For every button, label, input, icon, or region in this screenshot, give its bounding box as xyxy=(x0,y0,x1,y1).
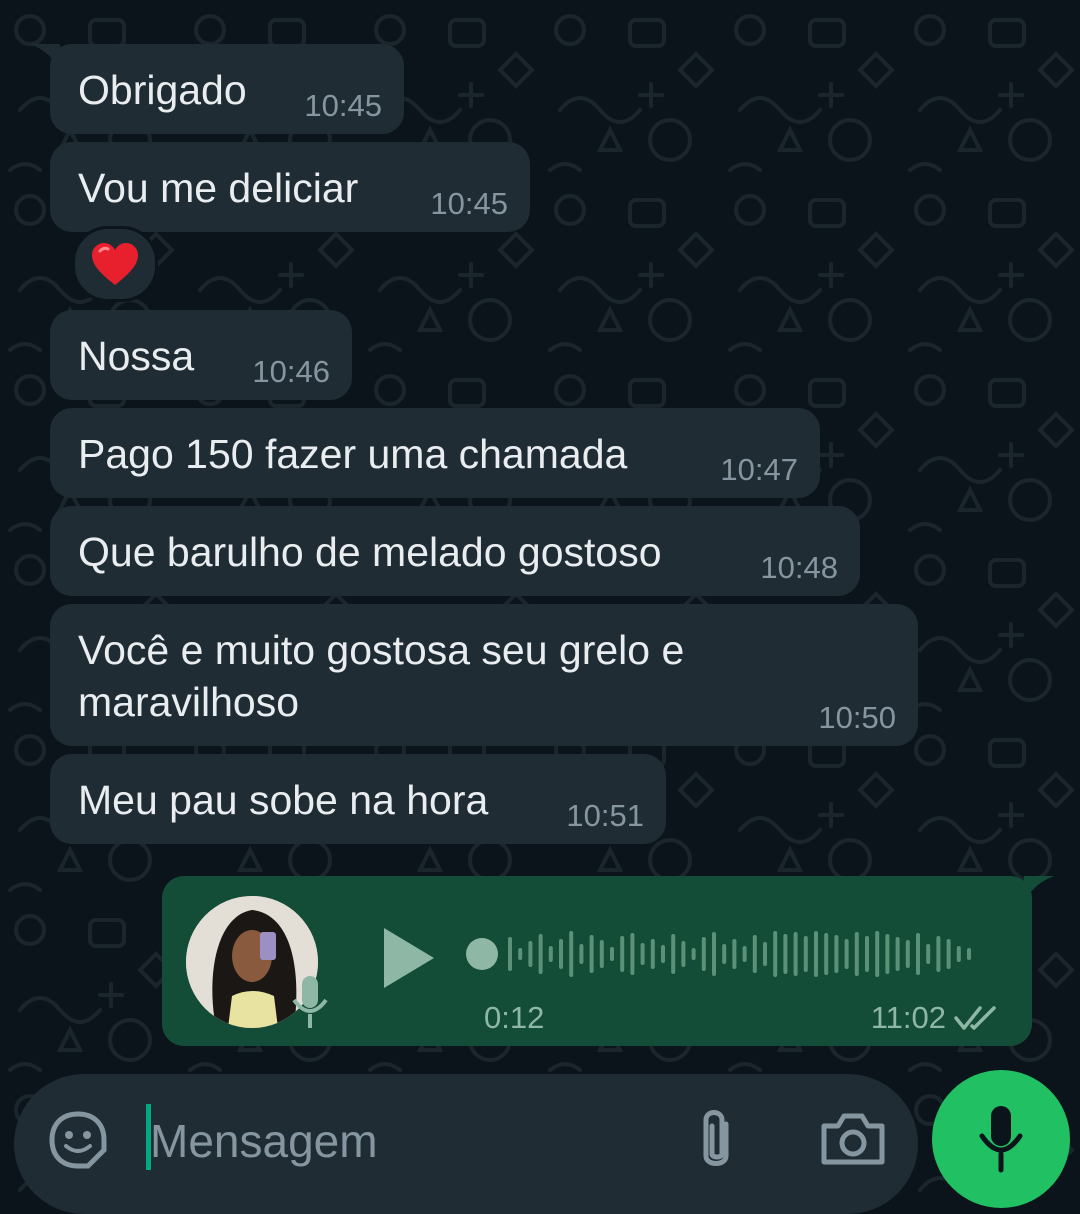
waveform-bar xyxy=(508,937,512,971)
waveform-bar xyxy=(803,936,808,972)
waveform-bar xyxy=(681,941,686,967)
waveform-bar xyxy=(824,933,829,975)
message-composer[interactable]: Mensagem xyxy=(14,1074,918,1214)
waveform-bar xyxy=(854,932,859,976)
waveform-bar xyxy=(967,948,971,960)
double-check-icon xyxy=(954,1006,996,1030)
voice-record-button[interactable] xyxy=(932,1070,1070,1208)
sticker-icon[interactable] xyxy=(48,1110,108,1170)
waveform-bar xyxy=(916,933,920,975)
playback-scrubber xyxy=(466,938,498,970)
waveform-bar xyxy=(732,939,737,969)
waveform-bar xyxy=(936,936,941,972)
waveform-bar xyxy=(671,934,676,974)
audio-waveform[interactable] xyxy=(462,924,1002,984)
waveform-bar xyxy=(865,936,869,972)
waveform-bar xyxy=(885,934,890,974)
waveform-bar xyxy=(599,940,604,968)
waveform-bar xyxy=(610,947,614,961)
message-text: Nossa xyxy=(78,333,195,379)
waveform-bar xyxy=(783,934,788,974)
reaction-badge[interactable] xyxy=(72,226,158,302)
message-time: 10:50 xyxy=(818,700,896,735)
message-text: Vou me deliciar xyxy=(78,165,359,211)
message-time: 10:51 xyxy=(566,798,644,833)
waveform-bar xyxy=(875,931,880,977)
mic-icon xyxy=(979,1106,1023,1173)
message-time: 10:46 xyxy=(252,354,330,389)
message-bubble[interactable]: Pago 150 fazer uma chamada 10:47 xyxy=(50,408,820,498)
waveform-bar xyxy=(661,945,665,963)
waveform-bar xyxy=(742,946,747,962)
voice-duration: 0:12 xyxy=(484,1000,545,1035)
message-bubble[interactable]: Você e muito gostosa seu grelo e maravil… xyxy=(50,604,918,746)
waveform-bar xyxy=(701,937,706,971)
waveform-bar xyxy=(834,935,839,973)
waveform-bar xyxy=(538,934,543,974)
waveform-bar xyxy=(946,939,951,969)
message-time: 10:48 xyxy=(760,550,838,585)
waveform-bar xyxy=(569,931,574,977)
mic-icon xyxy=(292,976,328,1028)
waveform-bar xyxy=(752,935,757,973)
message-bubble[interactable]: Vou me deliciar 10:45 xyxy=(50,142,530,232)
waveform-bar xyxy=(712,932,716,976)
waveform-bar xyxy=(895,937,900,971)
waveform-bar xyxy=(559,939,563,969)
waveform-bar xyxy=(650,939,655,969)
message-text: Que barulho de melado gostoso xyxy=(78,529,662,575)
waveform-bar xyxy=(620,936,625,972)
waveform-bar xyxy=(528,941,533,967)
waveform-bar xyxy=(956,946,961,962)
waveform-bar xyxy=(926,944,931,964)
message-input[interactable]: Mensagem xyxy=(150,1114,378,1168)
voice-time: 11:02 xyxy=(870,1000,946,1035)
waveform-bar xyxy=(844,939,849,969)
message-bubble[interactable]: Obrigado 10:45 xyxy=(50,44,404,134)
message-text-line2: maravilhoso xyxy=(78,679,300,725)
voice-message-bubble[interactable]: 0:12 11:02 xyxy=(162,876,1032,1046)
waveform-bar xyxy=(579,944,584,964)
waveform-bar xyxy=(630,933,635,975)
message-time: 10:47 xyxy=(720,452,798,487)
waveform-bar xyxy=(589,935,594,973)
waveform-bar xyxy=(763,942,767,966)
waveform-bar xyxy=(773,931,778,977)
waveform-bar xyxy=(793,932,798,976)
message-time: 10:45 xyxy=(430,186,508,221)
message-text-line1: Você e muito gostosa seu grelo e xyxy=(78,627,685,673)
message-time: 10:45 xyxy=(304,88,382,123)
message-text: Meu pau sobe na hora xyxy=(78,777,489,823)
waveform-bar xyxy=(691,948,696,960)
play-icon[interactable] xyxy=(380,926,436,990)
waveform-bar xyxy=(814,931,818,977)
waveform-bar xyxy=(518,948,523,960)
message-text: Pago 150 fazer uma chamada xyxy=(78,431,628,477)
message-bubble[interactable]: Nossa 10:46 xyxy=(50,310,352,400)
waveform-bar xyxy=(640,943,645,965)
message-bubble[interactable]: Que barulho de melado gostoso 10:48 xyxy=(50,506,860,596)
waveform-bar xyxy=(905,940,910,968)
heart-icon xyxy=(92,243,138,285)
attach-icon[interactable] xyxy=(690,1106,742,1176)
waveform-bar xyxy=(722,944,727,964)
waveform-bar xyxy=(548,946,553,962)
message-bubble[interactable]: Meu pau sobe na hora 10:51 xyxy=(50,754,666,844)
message-text: Obrigado xyxy=(78,67,247,113)
camera-icon[interactable] xyxy=(820,1112,886,1166)
